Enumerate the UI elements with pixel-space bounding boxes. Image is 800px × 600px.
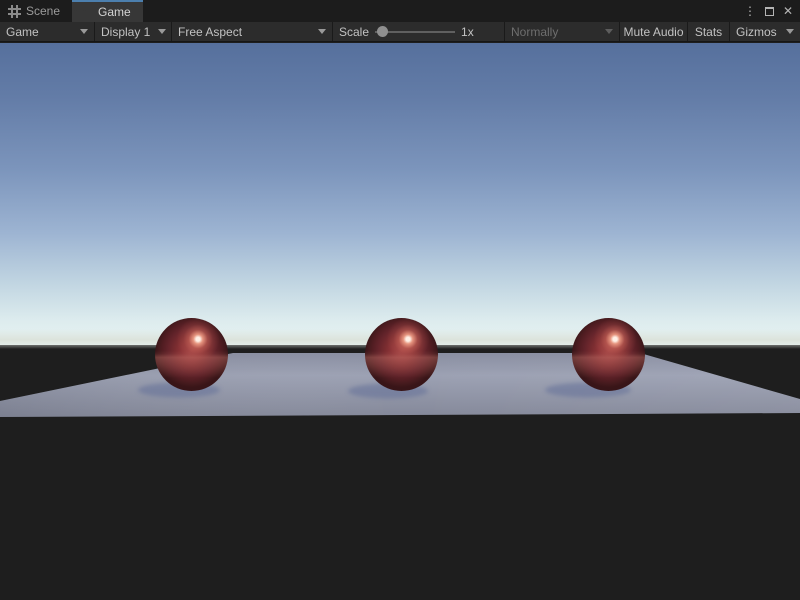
aspect-ratio-dropdown[interactable]: Free Aspect <box>172 22 333 41</box>
stats-label: Stats <box>695 25 722 39</box>
red-sphere-left <box>155 318 228 391</box>
chevron-down-icon <box>786 29 794 34</box>
scale-slider[interactable] <box>375 22 455 42</box>
game-mode-dropdown[interactable]: Game <box>0 22 95 41</box>
game-view-window: Scene Game ⋮ ✕ Game Display 1 Free Aspec… <box>0 0 800 600</box>
tab-game-label: Game <box>98 5 131 19</box>
slider-knob[interactable] <box>377 26 388 37</box>
aspect-ratio-label: Free Aspect <box>178 25 310 39</box>
game-render-viewport[interactable] <box>0 43 800 600</box>
close-icon[interactable]: ✕ <box>783 5 793 17</box>
chevron-down-icon <box>158 29 166 34</box>
scale-label: Scale <box>339 25 369 39</box>
tab-bar: Scene Game ⋮ ✕ <box>0 0 800 22</box>
display-label: Display 1 <box>101 25 150 39</box>
vsync-label: Normally <box>511 25 597 39</box>
tab-game[interactable]: Game <box>72 0 143 22</box>
maximize-icon[interactable] <box>765 7 774 16</box>
grid-icon <box>8 5 21 18</box>
stats-button[interactable]: Stats <box>688 22 730 41</box>
chevron-down-icon <box>605 29 613 34</box>
panel-menu-icon[interactable]: ⋮ <box>744 5 756 17</box>
vsync-dropdown: Normally <box>505 22 620 41</box>
chevron-down-icon <box>80 29 88 34</box>
window-controls: ⋮ ✕ <box>744 0 800 22</box>
mute-audio-label: Mute Audio <box>623 25 683 39</box>
mute-audio-button[interactable]: Mute Audio <box>620 22 688 41</box>
tab-scene-label: Scene <box>26 4 60 18</box>
gizmos-dropdown[interactable]: Gizmos <box>730 22 800 41</box>
red-sphere-middle <box>365 318 438 391</box>
display-dropdown[interactable]: Display 1 <box>95 22 172 41</box>
gizmos-label: Gizmos <box>736 25 778 39</box>
scale-control: Scale 1x <box>333 22 505 41</box>
scale-value: 1x <box>461 25 474 39</box>
chevron-down-icon <box>318 29 326 34</box>
game-view-toolbar: Game Display 1 Free Aspect Scale 1x Norm… <box>0 22 800 42</box>
red-sphere-right <box>572 318 645 391</box>
tab-scene[interactable]: Scene <box>0 0 72 22</box>
game-mode-label: Game <box>6 25 72 39</box>
